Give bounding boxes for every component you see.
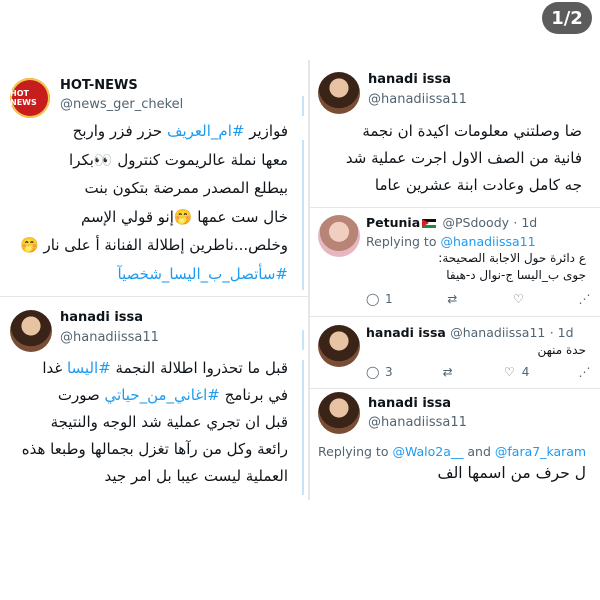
author-name[interactable]: hanadi issa [368, 72, 451, 87]
hashtag-link[interactable]: #سأتصل_ب_اليسا_شخصيآ [118, 265, 288, 283]
text: وخلص...ناطرين إطلالة الفنانة أ على نار 🤭 [20, 236, 288, 254]
reply-count: 3 [385, 365, 393, 379]
author-name[interactable]: Petunia [366, 215, 420, 230]
share-icon: ⋰ [578, 364, 591, 379]
replying-to: Replying to @Walo2a__ and @fara7_karam [318, 444, 586, 459]
author-handle[interactable]: @hanadiissa11 [450, 325, 545, 340]
thread-line [302, 360, 304, 495]
mention-link[interactable]: @fara7_karam [495, 444, 586, 459]
tweet-text-line: قبل ان تجري عملية شد الوجه والنتيجة [51, 409, 288, 436]
tweet-text-line: خال ست عمها 🤭إنو قولي الإسم [81, 204, 288, 231]
tweet-text-line: فانية من الصف الاول اجرت عملية شد [345, 149, 582, 167]
author-handle[interactable]: @hanadiissa11 [368, 415, 467, 430]
reply-button[interactable]: ◯ 3 [366, 365, 393, 379]
text: فوازير [244, 122, 288, 140]
divider [0, 296, 308, 297]
panel-divider [308, 60, 310, 500]
author-name[interactable]: hanadi issa [366, 325, 446, 340]
retweet-button[interactable]: ⇄ [446, 291, 459, 306]
divider [310, 316, 600, 317]
tweet-text-line: #سأتصل_ب_اليسا_شخصيآ [118, 261, 288, 288]
author-name[interactable]: hanadi issa [60, 310, 143, 325]
text: العملية ليست عيبا بل امر جيد [104, 467, 289, 485]
text: بيطلع المصدر ممرضة بتكون بنت [84, 179, 288, 197]
tweet-text-line: معها نملة عالريموت كنترول 👀بكرا [69, 147, 288, 174]
logo-text: HOT NEWS [10, 89, 37, 107]
retweet-button[interactable]: ⇄ [441, 364, 454, 379]
author-handle[interactable]: @PSdoody [443, 215, 510, 230]
hashtag-link[interactable]: #اغاني_من_حياتي [105, 386, 220, 404]
tweet-text-line: قبل ما تحذروا اطلالة النجمة #اليسا غدا [42, 355, 288, 382]
mention-link[interactable]: @Walo2a__ [392, 444, 463, 459]
thread-line [302, 96, 304, 116]
reply-text-line: جوى ب_اليسا ج-نوال د-هيفا [446, 268, 586, 282]
replying-to: Replying to @hanadiissa11 [366, 234, 536, 249]
mention-link[interactable]: @hanadiissa11 [440, 234, 535, 249]
text: في برنامج [219, 386, 288, 404]
action-bar: ◯ 3 ⇄ ♡ 4 ⋰ [366, 365, 591, 379]
text: قبل ما تحذروا اطلالة النجمة [110, 359, 288, 377]
text: حزر فزر واربح [72, 122, 167, 140]
retweet-icon: ⇄ [442, 364, 453, 379]
page-indicator-badge: 1/2 [542, 2, 592, 34]
divider [310, 207, 600, 208]
tweet-text-line: ضا وصلتني معلومات اكيدة ان نجمة [362, 122, 582, 140]
thread-line [302, 330, 304, 350]
tweet-text-line: بيطلع المصدر ممرضة بتكون بنت [84, 175, 288, 202]
timestamp[interactable]: · 1d [513, 215, 537, 230]
author-handle[interactable]: @hanadiissa11 [60, 330, 159, 345]
text: قبل ان تجري عملية شد الوجه والنتيجة [50, 413, 288, 431]
text: رائعة وكل من رآها تغزل بجمالها وطبعا هذه [21, 440, 288, 458]
text: صورت [57, 386, 105, 404]
divider [310, 388, 600, 389]
share-button[interactable]: ⋰ [578, 364, 591, 379]
avatar[interactable] [318, 392, 360, 434]
hot-news-logo[interactable]: HOT NEWS [10, 78, 50, 118]
heart-icon: ♡ [503, 364, 515, 379]
like-button[interactable]: ♡ 4 [503, 365, 530, 379]
thread-line [302, 140, 304, 290]
reply-icon: ◯ [366, 364, 380, 379]
text: معها نملة عالريموت كنترول 👀بكرا [69, 150, 288, 169]
reply-author[interactable]: hanadi issa @hanadiissa11 · 1d [366, 325, 574, 340]
replying-prefix: Replying to [366, 234, 441, 249]
tweet-text-line: وخلص...ناطرين إطلالة الفنانة أ على نار 🤭 [20, 232, 288, 259]
author-handle[interactable]: @news_ger_chekel [60, 97, 183, 112]
tweet-text-line: رائعة وكل من رآها تغزل بجمالها وطبعا هذه [22, 436, 288, 463]
share-icon: ⋰ [578, 291, 591, 306]
timestamp[interactable]: · 1d [550, 325, 574, 340]
avatar[interactable] [318, 325, 360, 367]
like-count: 4 [521, 365, 530, 379]
heart-icon: ♡ [512, 291, 524, 306]
reply-author[interactable]: Petunia @PSdoody · 1d [366, 215, 537, 230]
text: خال ست عمها 🤭إنو قولي الإسم [80, 207, 288, 226]
action-bar: ◯ 1 ⇄ ♡ ⋰ [366, 292, 591, 306]
reply-button[interactable]: ◯ 1 [366, 292, 393, 306]
author-handle[interactable]: @hanadiissa11 [368, 92, 467, 107]
hashtag-link[interactable]: #اليسا [67, 359, 111, 377]
text: غدا [42, 359, 67, 377]
flag-icon [422, 219, 437, 228]
avatar[interactable] [318, 215, 360, 257]
replying-prefix: Replying to [318, 444, 393, 459]
like-button[interactable]: ♡ [512, 291, 525, 306]
avatar[interactable] [318, 72, 360, 114]
tweet-text-line: العملية ليست عيبا بل امر جيد [105, 463, 289, 490]
hashtag-link[interactable]: #ام_العريف [167, 122, 244, 140]
retweet-icon: ⇄ [447, 291, 458, 306]
tweet-text-line: فوازير #ام_العريف حزر فزر واربح [73, 118, 288, 145]
reply-count: 1 [385, 292, 393, 306]
avatar[interactable] [10, 310, 52, 352]
share-button[interactable]: ⋰ [578, 291, 591, 306]
tweet-text-line: ل حرف من اسمها الف [437, 464, 586, 482]
and-text: and [463, 444, 495, 459]
tweet-text-line: جه كامل وعادت ابنة عشرين عاما [374, 176, 582, 194]
author-name[interactable]: hanadi issa [368, 396, 451, 411]
reply-icon: ◯ [366, 291, 380, 306]
reply-text-line: ع دائرة حول الاجابة الصحيحة: [438, 251, 586, 265]
tweet-text-line: في برنامج #اغاني_من_حياتي صورت [58, 382, 288, 409]
author-name[interactable]: HOT-NEWS [60, 78, 138, 93]
reply-text-line: حدة منهن [537, 343, 586, 357]
